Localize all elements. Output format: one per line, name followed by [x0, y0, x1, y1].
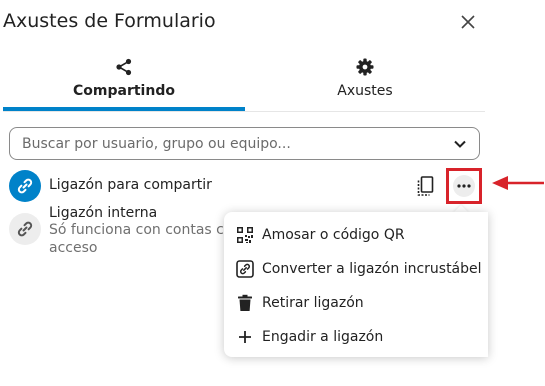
qr-code-icon — [236, 226, 254, 244]
share-icon — [115, 56, 133, 78]
plus-icon — [236, 328, 254, 346]
share-link-title: Ligazón para compartir — [49, 177, 212, 193]
red-arrow-annotation — [492, 176, 544, 190]
internal-link-title: Ligazón interna — [49, 205, 158, 221]
share-search-input[interactable]: Buscar por usuario, grupo ou equipo... — [9, 127, 480, 160]
menu-item-add-link[interactable]: Engadir a ligazón — [224, 320, 488, 354]
menu-item-label: Engadir a ligazón — [262, 329, 384, 345]
menu-item-label: Converter a ligazón incrustábel — [262, 261, 482, 277]
trash-icon — [236, 294, 254, 312]
copy-icon — [417, 176, 434, 196]
internal-link-subtitle: Só funciona con contas co — [49, 222, 233, 238]
copy-link-button[interactable] — [414, 174, 436, 198]
dots-horizontal-icon — [453, 175, 475, 197]
tab-sharing[interactable]: Compartindo — [3, 56, 245, 112]
internal-link-subtitle-line2: acceso — [49, 240, 98, 256]
close-icon — [461, 15, 475, 29]
link-actions-menu: Amosar o código QR Converter a ligazón i… — [224, 212, 488, 357]
more-actions-button[interactable] — [446, 168, 482, 204]
tab-sharing-label: Compartindo — [73, 83, 175, 99]
gear-icon — [356, 56, 374, 78]
share-link-avatar — [9, 170, 41, 202]
menu-item-label: Amosar o código QR — [262, 227, 405, 243]
search-placeholder: Buscar por usuario, grupo ou equipo... — [22, 135, 291, 152]
link-icon — [17, 221, 33, 237]
link-icon — [17, 178, 33, 194]
menu-item-label: Retirar ligazón — [262, 295, 364, 311]
menu-item-show-qr[interactable]: Amosar o código QR — [224, 218, 488, 252]
menu-item-convert-embed[interactable]: Converter a ligazón incrustábel — [224, 252, 488, 286]
tab-settings[interactable]: Axustes — [245, 56, 485, 112]
chevron-down-icon[interactable] — [452, 136, 468, 152]
tab-settings-label: Axustes — [337, 83, 393, 99]
internal-link-avatar — [9, 213, 41, 245]
menu-item-remove-link[interactable]: Retirar ligazón — [224, 286, 488, 320]
embed-link-icon — [236, 260, 254, 278]
tab-divider — [3, 111, 485, 112]
sidebar-title: Axustes de Formulario — [3, 10, 216, 32]
close-button[interactable] — [457, 11, 479, 33]
